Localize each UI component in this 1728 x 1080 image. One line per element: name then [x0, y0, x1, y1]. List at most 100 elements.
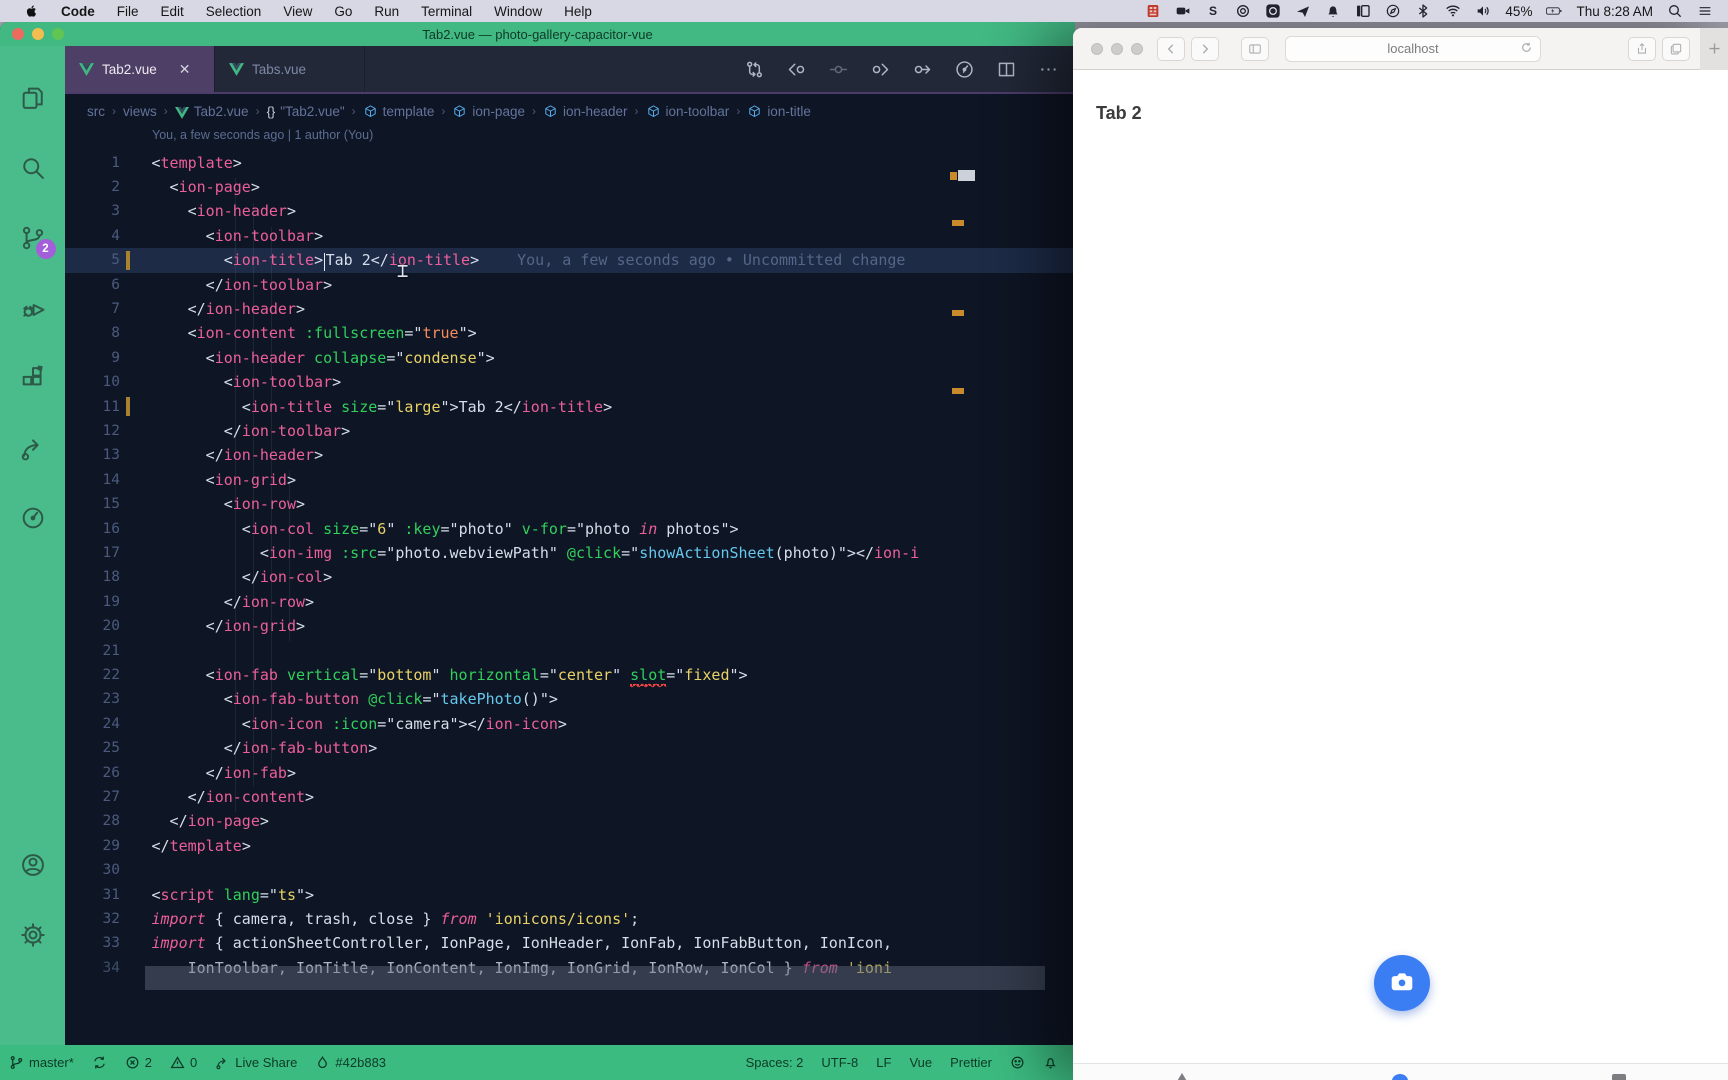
menu-item-view[interactable]: View — [272, 0, 323, 22]
status-item-utf-8[interactable]: UTF-8 — [812, 1055, 867, 1070]
status-item-0[interactable]: 0 — [161, 1045, 206, 1080]
menu-item-help[interactable]: Help — [553, 0, 603, 22]
stage-manager-icon[interactable] — [1348, 0, 1378, 22]
battery-percent[interactable]: 45% — [1498, 4, 1539, 19]
code-editor[interactable]: You, a few seconds ago | 1 author (You) … — [65, 126, 1075, 1045]
editor-action-arrow-back-circle-icon[interactable] — [779, 53, 813, 85]
status-item-#42b883[interactable]: #42b883 — [306, 1045, 395, 1080]
activity-bar-search-icon[interactable] — [0, 144, 65, 192]
status-item-live-share[interactable]: Live Share — [206, 1045, 306, 1080]
breadcrumb-item[interactable]: template — [363, 104, 435, 119]
volume-icon[interactable] — [1468, 0, 1498, 22]
menu-bar-clock[interactable]: Thu 8:28 AM — [1569, 4, 1660, 19]
activity-bar-run-debug-icon[interactable] — [0, 284, 65, 332]
activity-bar-source-control-icon[interactable]: 2 — [0, 214, 65, 262]
tabs-overview-button[interactable] — [1662, 37, 1690, 61]
close-window-button[interactable] — [12, 28, 24, 40]
minimize-window-button[interactable] — [32, 28, 44, 40]
breadcrumb-item[interactable]: ion-toolbar — [646, 104, 730, 119]
bluetooth-icon[interactable] — [1408, 0, 1438, 22]
bell-icon[interactable] — [1318, 0, 1348, 22]
apple-menu-icon[interactable] — [14, 0, 50, 22]
breadcrumb-item[interactable]: {}"Tab2.vue" — [267, 104, 345, 119]
editor-action-circle-icon[interactable] — [821, 53, 855, 85]
ionic-tab-tab-2[interactable]: Tab 2 — [1291, 1064, 1509, 1080]
activity-bar-account-icon[interactable] — [0, 841, 65, 889]
codelens-annotation[interactable]: You, a few seconds ago | 1 author (You) — [152, 128, 373, 142]
back-button[interactable] — [1157, 37, 1185, 61]
code-line-33: 33import { actionSheetController, IonPag… — [65, 931, 1075, 956]
editor-action-git-compare-icon[interactable] — [737, 53, 771, 85]
menu-item-edit[interactable]: Edit — [150, 0, 195, 22]
new-tab-button[interactable] — [1700, 28, 1728, 70]
editor-action-more-actions-icon[interactable] — [1031, 53, 1065, 85]
status-item-vue[interactable]: Vue — [900, 1055, 941, 1070]
forward-button[interactable] — [1191, 37, 1219, 61]
menu-item-go[interactable]: Go — [323, 0, 363, 22]
screen-mirror-icon[interactable] — [1258, 0, 1288, 22]
vscode-title-bar[interactable]: Tab2.vue — photo-gallery-capacitor-vue — [0, 22, 1075, 46]
status-item-2[interactable]: 2 — [116, 1045, 161, 1080]
close-tab-icon[interactable]: ✕ — [179, 61, 191, 78]
record-icon[interactable] — [1228, 0, 1258, 22]
breadcrumb-label: ion-title — [767, 104, 811, 119]
compass-icon[interactable] — [1378, 0, 1408, 22]
activity-bar-settings-gear-icon[interactable] — [0, 911, 65, 959]
reload-icon[interactable] — [1520, 41, 1533, 57]
status-item-lf[interactable]: LF — [867, 1055, 900, 1070]
editor-action-arrow-next-circle-icon[interactable] — [905, 53, 939, 85]
activity-bar-timeline-icon[interactable] — [0, 494, 65, 542]
activity-bar-live-share-icon[interactable] — [0, 424, 65, 472]
parallels-icon[interactable] — [1138, 0, 1168, 22]
minimize-window-button[interactable] — [1111, 43, 1123, 55]
status-item-sync-icon[interactable] — [83, 1045, 116, 1080]
breadcrumb-item[interactable]: ion-page — [452, 104, 525, 119]
menu-item-run[interactable]: Run — [363, 0, 410, 22]
menu-item-selection[interactable]: Selection — [195, 0, 273, 22]
status-item-prettier[interactable]: Prettier — [941, 1055, 1001, 1070]
breadcrumb-item[interactable]: Tab2.vue — [175, 104, 249, 119]
breadcrumb-item[interactable]: ion-header — [543, 104, 628, 119]
close-window-button[interactable] — [1091, 43, 1103, 55]
breadcrumb-item[interactable]: ion-title — [747, 104, 811, 119]
menu-item-file[interactable]: File — [106, 0, 150, 22]
zoom-window-button[interactable] — [52, 28, 64, 40]
indent-guide — [235, 178, 236, 812]
line-number: 8 — [65, 325, 120, 341]
breadcrumb-item[interactable]: views — [123, 104, 157, 119]
editor-action-arrow-forward-circle-icon[interactable] — [863, 53, 897, 85]
status-item-spaces-2[interactable]: Spaces: 2 — [737, 1055, 813, 1070]
editor-action-split-editor-icon[interactable] — [989, 53, 1023, 85]
code-text: import { actionSheetController, IonPage,… — [152, 934, 893, 952]
editor-tab-tabs.vue[interactable]: Tabs.vue — [215, 46, 365, 92]
spotlight-search-icon[interactable] — [1660, 0, 1690, 22]
shush-icon[interactable]: S — [1198, 0, 1228, 22]
activity-bar-extensions-icon[interactable] — [0, 354, 65, 402]
status-item-notifications-bell-icon[interactable] — [1034, 1055, 1067, 1070]
breadcrumb-item[interactable]: src — [87, 104, 105, 119]
address-bar[interactable]: localhost — [1285, 36, 1541, 62]
share-button[interactable] — [1628, 37, 1656, 61]
horizontal-scrollbar[interactable] — [145, 966, 1045, 990]
status-item-master-[interactable]: master* — [0, 1045, 83, 1080]
rocket-icon[interactable] — [1288, 0, 1318, 22]
zoom-window-button[interactable] — [1131, 43, 1143, 55]
code-text: </ion-fab> — [152, 764, 297, 782]
ionic-tab-tab-1[interactable]: Tab 1 — [1073, 1064, 1291, 1080]
editor-tab-tab2.vue[interactable]: Tab2.vue✕ — [65, 46, 215, 92]
line-number: 10 — [65, 374, 120, 390]
wifi-icon[interactable] — [1438, 0, 1468, 22]
sidebar-toggle-button[interactable] — [1241, 37, 1269, 61]
editor-action-history-icon[interactable] — [947, 53, 981, 85]
menu-item-terminal[interactable]: Terminal — [410, 0, 483, 22]
control-center-icon[interactable] — [1690, 0, 1720, 22]
take-photo-fab-button[interactable] — [1374, 955, 1430, 1011]
activity-bar-explorer-icon[interactable] — [0, 74, 65, 122]
window-title: Tab2.vue — photo-gallery-capacitor-vue — [422, 27, 653, 42]
code-text: </ion-toolbar> — [152, 276, 333, 294]
status-item-feedback-smiley-icon[interactable] — [1001, 1055, 1034, 1070]
videocam-icon[interactable] — [1168, 0, 1198, 22]
ionic-tab-tab-3[interactable]: Tab 3 — [1510, 1064, 1728, 1080]
menu-item-window[interactable]: Window — [483, 0, 553, 22]
menu-item-code[interactable]: Code — [50, 0, 106, 22]
